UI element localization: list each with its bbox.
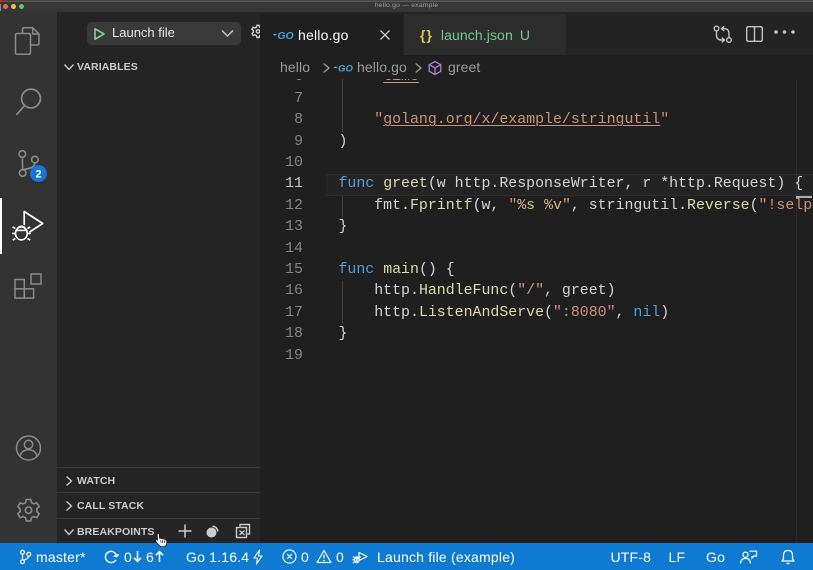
svg-text:GO: GO: [338, 63, 353, 73]
svg-text:GO: GO: [277, 30, 293, 41]
svg-text:2: 2: [35, 168, 41, 180]
